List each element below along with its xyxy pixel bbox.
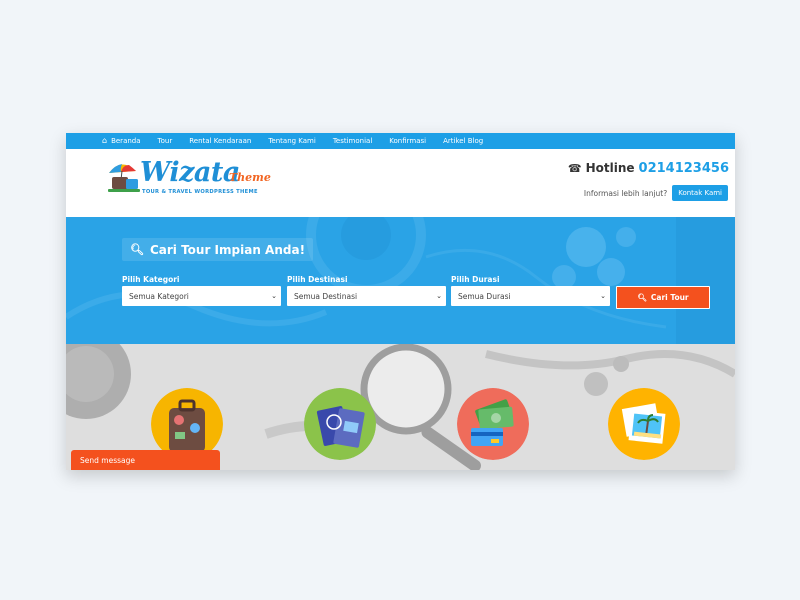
nav-item-label: Beranda	[111, 137, 141, 145]
field-durasi: Pilih Durasi Semua Durasi ⌄	[451, 275, 610, 306]
chevron-down-icon: ⌄	[271, 292, 277, 300]
hero-search-section: 🔍︎ Cari Tour Impian Anda! Pilih Kategori…	[66, 217, 735, 344]
select-value: Semua Durasi	[458, 291, 511, 301]
button-label: Cari Tour	[650, 293, 689, 302]
send-message-label: Send message	[80, 455, 135, 465]
field-destinasi: Pilih Destinasi Semua Destinasi ⌄	[287, 275, 446, 306]
destinasi-select[interactable]: Semua Destinasi ⌄	[287, 286, 446, 306]
site-logo[interactable]: Wizata Theme TOUR & TRAVEL WORDPRESS THE…	[106, 157, 271, 197]
nav-item-label: Konfirmasi	[389, 137, 427, 145]
nav-item-tentang-kami[interactable]: Tentang Kami	[268, 137, 316, 145]
nav-item-konfirmasi[interactable]: Konfirmasi	[389, 137, 426, 145]
home-icon: ⌂	[102, 136, 108, 145]
nav-item-tour[interactable]: Tour	[158, 137, 173, 145]
top-navigation: ⌂ Beranda Tour Rental Kendaraan Tentang …	[66, 133, 735, 149]
logo-wordmark: Wizata	[140, 157, 240, 188]
durasi-select[interactable]: Semua Durasi ⌄	[451, 286, 610, 306]
search-icon: 🔍︎	[637, 293, 647, 302]
search-icon: 🔍︎	[130, 243, 144, 256]
nav-item-rental-kendaraan[interactable]: Rental Kendaraan	[189, 137, 251, 145]
contact-info: Informasi lebih lanjut? Kontak Kami	[584, 185, 728, 201]
photo-icon	[608, 388, 680, 460]
logo-theme-text: Theme	[229, 171, 271, 184]
nav-item-label: Artikel Blog	[443, 137, 484, 145]
logo-tagline: TOUR & TRAVEL WORDPRESS THEME	[142, 189, 258, 195]
nav-item-label: Rental Kendaraan	[189, 137, 252, 145]
hotline: ☎ Hotline 0214123456	[568, 161, 729, 176]
cari-tour-button[interactable]: 🔍︎ Cari Tour	[616, 286, 710, 309]
info-text: Informasi lebih lanjut?	[583, 188, 668, 198]
phone-icon: ☎	[567, 162, 582, 175]
money-icon	[457, 388, 529, 460]
site-header: Wizata Theme TOUR & TRAVEL WORDPRESS THE…	[66, 149, 735, 217]
nav-item-artikel-blog[interactable]: Artikel Blog	[443, 137, 483, 145]
search-heading-text: Cari Tour Impian Anda!	[149, 242, 306, 257]
features-section: Send message	[66, 344, 735, 470]
field-label: Pilih Kategori	[122, 275, 180, 284]
contact-button[interactable]: Kontak Kami	[672, 185, 728, 201]
chevron-down-icon: ⌄	[436, 292, 442, 300]
send-message-chat-button[interactable]: Send message	[71, 450, 220, 470]
hotline-number[interactable]: 0214123456	[639, 161, 729, 176]
nav-item-label: Tour	[157, 137, 173, 145]
select-value: Semua Destinasi	[294, 291, 358, 301]
select-value: Semua Kategori	[129, 291, 189, 301]
field-label: Pilih Durasi	[451, 275, 500, 284]
umbrella-luggage-icon	[108, 164, 140, 192]
chevron-down-icon: ⌄	[600, 292, 606, 300]
nav-item-beranda[interactable]: ⌂ Beranda	[102, 136, 141, 146]
nav-item-label: Tentang Kami	[268, 137, 316, 145]
search-heading: 🔍︎ Cari Tour Impian Anda!	[122, 238, 314, 261]
website-frame: ⌂ Beranda Tour Rental Kendaraan Tentang …	[66, 133, 735, 470]
nav-item-testimonial[interactable]: Testimonial	[333, 137, 372, 145]
kategori-select[interactable]: Semua Kategori ⌄	[122, 286, 281, 306]
passport-icon	[304, 388, 376, 460]
field-label: Pilih Destinasi	[287, 275, 348, 284]
field-kategori: Pilih Kategori Semua Kategori ⌄	[122, 275, 281, 306]
nav-item-label: Testimonial	[332, 137, 373, 145]
hotline-label: Hotline	[585, 161, 635, 175]
